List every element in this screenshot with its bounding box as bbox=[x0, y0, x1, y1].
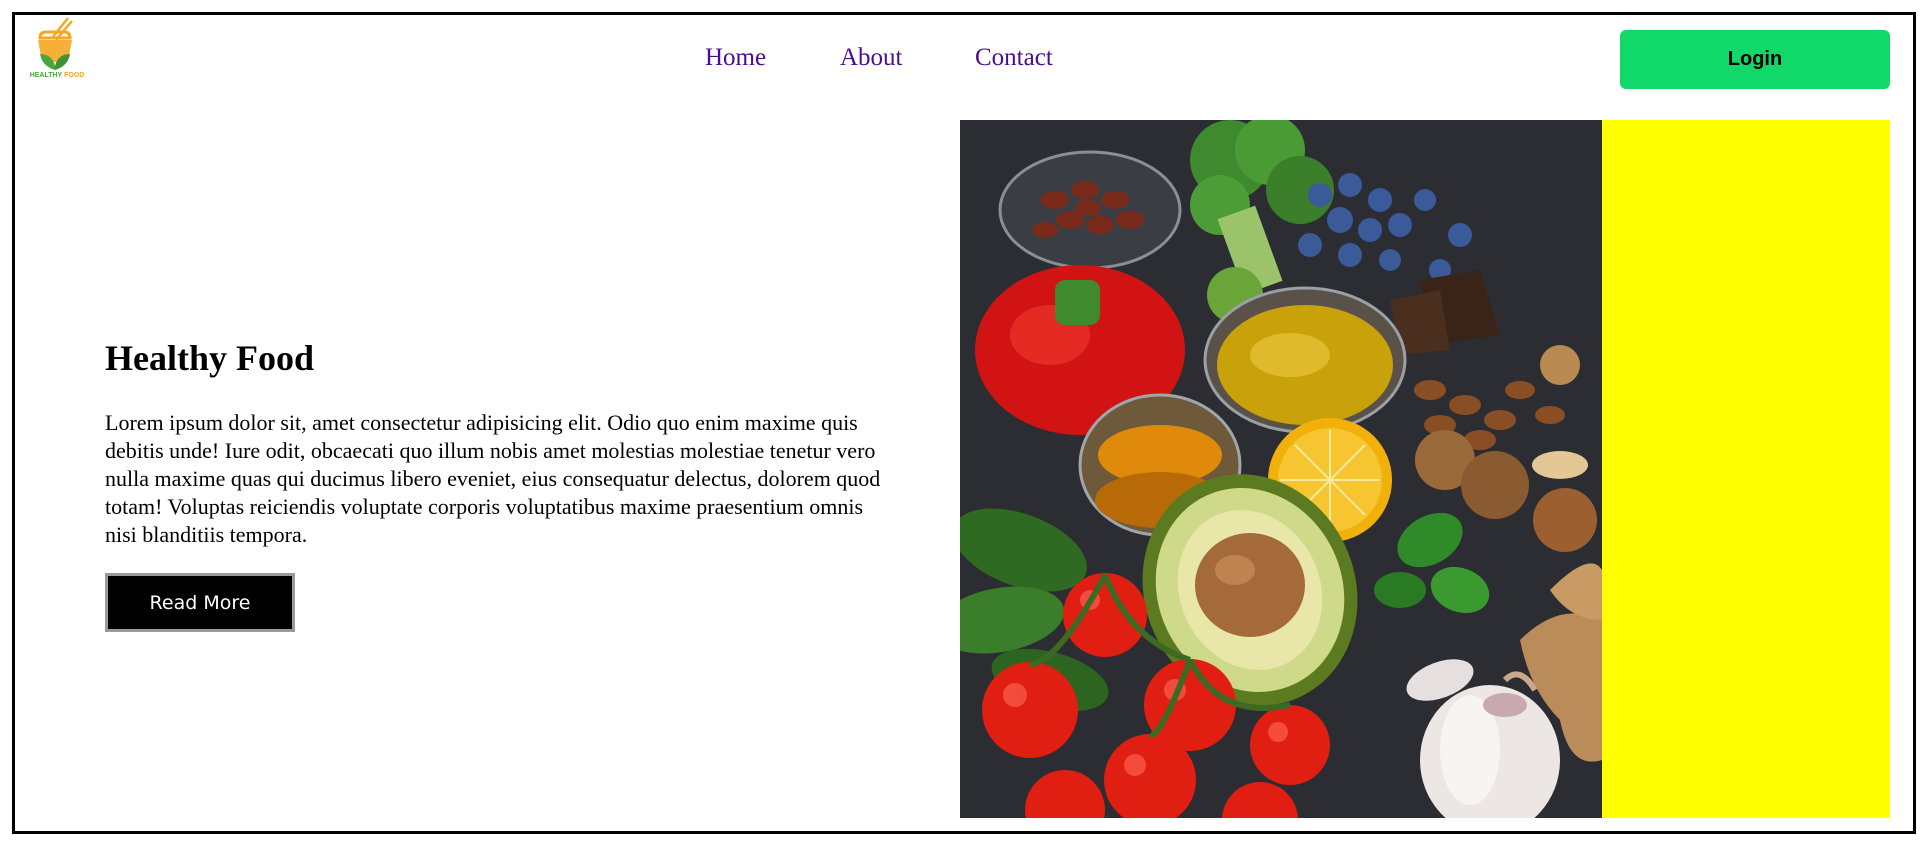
login-button[interactable]: Login bbox=[1620, 30, 1890, 89]
hero-description: Lorem ipsum dolor sit, amet consectetur … bbox=[105, 410, 881, 547]
brand-logo[interactable]: HEALTHY FOOD bbox=[22, 16, 92, 86]
logo-word-1: HEALTHY bbox=[29, 72, 63, 79]
nav-contact[interactable]: Contact bbox=[975, 44, 1053, 72]
read-more-button[interactable]: Read More bbox=[105, 573, 295, 632]
hero-food-image bbox=[960, 120, 1602, 818]
logo-wordmark: HEALTHY FOOD bbox=[22, 72, 92, 79]
yellow-side-panel bbox=[1602, 120, 1890, 818]
nav-about[interactable]: About bbox=[840, 44, 903, 72]
bowl-leaf-icon bbox=[38, 17, 73, 70]
logo-word-2: FOOD bbox=[64, 72, 85, 79]
nav-home[interactable]: Home bbox=[705, 44, 766, 72]
healthy-food-photo-icon bbox=[960, 120, 1602, 818]
hero-title: Healthy Food bbox=[105, 338, 315, 378]
